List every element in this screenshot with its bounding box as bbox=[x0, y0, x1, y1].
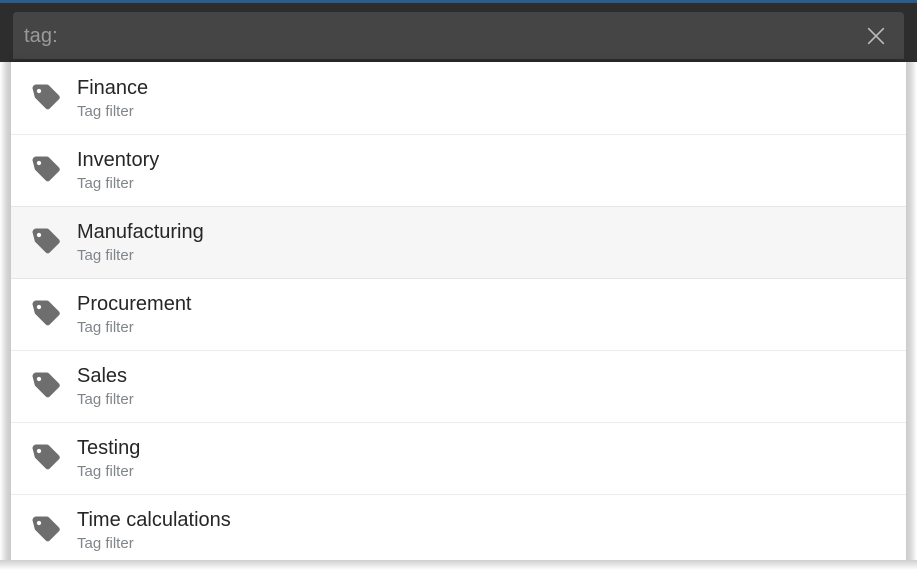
result-text: Procurement Tag filter bbox=[77, 292, 906, 337]
close-icon bbox=[864, 24, 888, 48]
result-text: Testing Tag filter bbox=[77, 436, 906, 481]
panel-left-shadow bbox=[0, 62, 11, 560]
tag-icon bbox=[28, 440, 64, 476]
result-text: Manufacturing Tag filter bbox=[77, 220, 906, 265]
search-result-row[interactable]: Manufacturing Tag filter bbox=[11, 206, 906, 278]
search-results-list: Finance Tag filter Inventory Tag filter Manu… bbox=[11, 62, 906, 560]
search-popup: tag: Finance Tag filter Inventory Tag filte… bbox=[0, 0, 917, 570]
search-result-row[interactable]: Time calculations Tag filter bbox=[11, 494, 906, 560]
result-subtitle: Tag filter bbox=[77, 246, 134, 264]
search-input[interactable]: tag: bbox=[13, 24, 854, 48]
tag-icon bbox=[28, 368, 64, 404]
result-text: Finance Tag filter bbox=[77, 76, 906, 121]
search-results-panel: Finance Tag filter Inventory Tag filter Manu… bbox=[11, 62, 906, 560]
tag-icon bbox=[28, 224, 64, 260]
tag-icon bbox=[28, 152, 64, 188]
result-title: Sales bbox=[77, 364, 128, 387]
search-result-row[interactable]: Testing Tag filter bbox=[11, 422, 906, 494]
tag-icon bbox=[28, 296, 64, 332]
result-title: Manufacturing bbox=[77, 220, 204, 243]
search-result-row[interactable]: Finance Tag filter bbox=[11, 62, 906, 134]
result-text: Time calculations Tag filter bbox=[77, 508, 906, 553]
result-subtitle: Tag filter bbox=[77, 318, 134, 336]
result-subtitle: Tag filter bbox=[77, 102, 134, 120]
result-text: Sales Tag filter bbox=[77, 364, 906, 409]
result-subtitle: Tag filter bbox=[77, 462, 134, 480]
search-result-row[interactable]: Sales Tag filter bbox=[11, 350, 906, 422]
clear-search-button[interactable] bbox=[854, 14, 898, 58]
result-subtitle: Tag filter bbox=[77, 534, 134, 552]
result-subtitle: Tag filter bbox=[77, 390, 134, 408]
search-bar: tag: bbox=[0, 3, 917, 62]
result-title: Testing bbox=[77, 436, 141, 459]
panel-right-shadow bbox=[906, 62, 917, 560]
panel-bottom-shadow bbox=[0, 560, 917, 570]
tag-icon bbox=[28, 80, 64, 116]
result-title: Procurement bbox=[77, 292, 192, 315]
result-title: Inventory bbox=[77, 148, 160, 171]
tag-icon bbox=[28, 512, 64, 548]
search-field[interactable]: tag: bbox=[13, 12, 904, 59]
result-subtitle: Tag filter bbox=[77, 174, 134, 192]
search-result-row[interactable]: Inventory Tag filter bbox=[11, 134, 906, 206]
result-title: Time calculations bbox=[77, 508, 231, 531]
search-result-row[interactable]: Procurement Tag filter bbox=[11, 278, 906, 350]
result-text: Inventory Tag filter bbox=[77, 148, 906, 193]
result-title: Finance bbox=[77, 76, 149, 99]
